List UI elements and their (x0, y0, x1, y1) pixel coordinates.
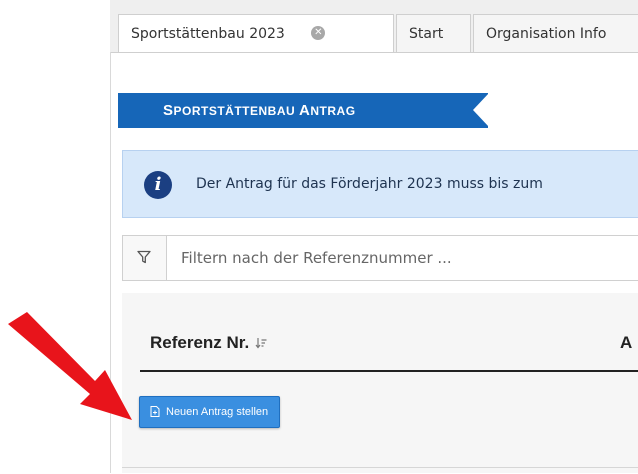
tab-sportstaettenbau-2023[interactable]: Sportstättenbau 2023 ✕ (118, 14, 394, 52)
filter-button[interactable] (123, 236, 167, 280)
new-document-icon (150, 405, 160, 417)
column-header-referenz[interactable]: Referenz Nr. (150, 333, 267, 353)
reference-filter-input[interactable] (167, 236, 637, 280)
tab-organisation-info[interactable]: Organisation Info (473, 14, 638, 52)
close-icon[interactable]: ✕ (311, 26, 326, 40)
info-icon: i (144, 171, 172, 199)
filter-icon (137, 250, 151, 264)
tab-label: Organisation Info (486, 26, 607, 42)
table-footer-divider (122, 467, 638, 468)
column-header-a[interactable]: A (620, 333, 632, 353)
filter-bar (122, 235, 638, 281)
info-banner: i Der Antrag für das Förderjahr 2023 mus… (122, 150, 638, 218)
applications-table (122, 293, 638, 473)
red-arrow-annotation (8, 312, 132, 420)
table-header-divider (140, 370, 638, 372)
new-application-button[interactable]: Neuen Antrag stellen (139, 396, 281, 428)
tab-label: Start (409, 26, 444, 42)
tab-start[interactable]: Start (396, 14, 471, 52)
sort-desc-icon[interactable] (255, 334, 267, 354)
page-title-ribbon: SPORTSTÄTTENBAU ANTRAG (118, 93, 489, 128)
info-text: Der Antrag für das Förderjahr 2023 muss … (196, 176, 543, 192)
tab-label: Sportstättenbau 2023 (131, 26, 285, 42)
page-title: SPORTSTÄTTENBAU ANTRAG (163, 102, 356, 119)
